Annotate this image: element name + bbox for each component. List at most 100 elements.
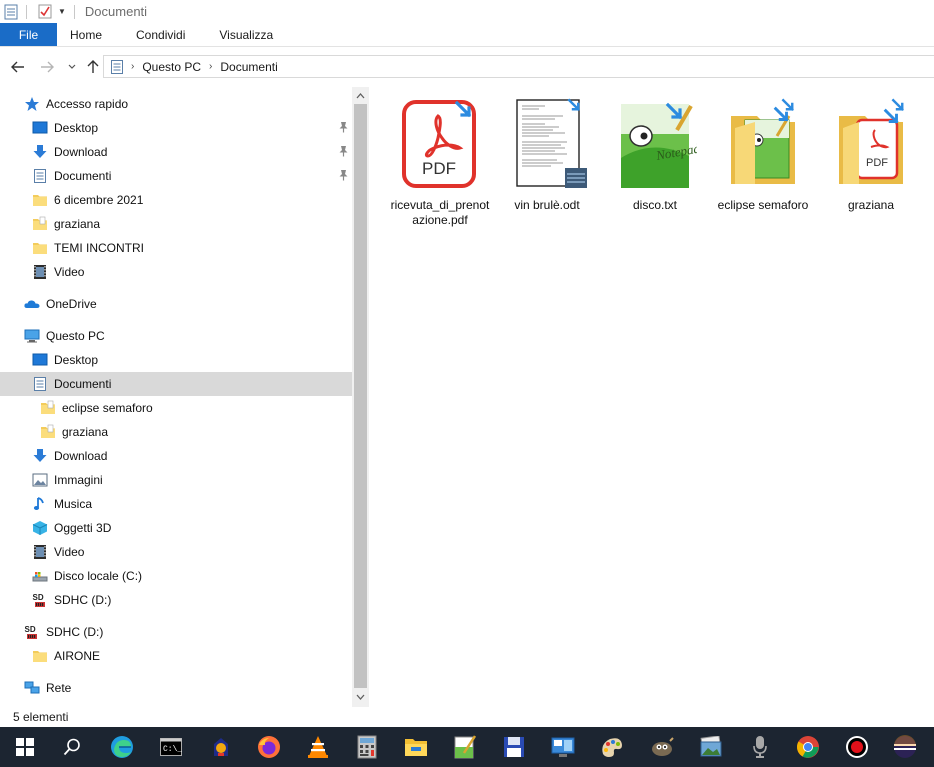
sidebar-item-sdhc-d[interactable]: SD SDHC (D:) — [0, 588, 352, 612]
edge-icon[interactable] — [100, 727, 144, 767]
sidebar-item-label: Musica — [54, 497, 93, 511]
file-item[interactable]: vin brulè.odt — [493, 98, 601, 228]
scroll-up-icon[interactable] — [352, 87, 369, 104]
firefox-icon[interactable] — [247, 727, 291, 767]
pin-icon[interactable] — [338, 145, 349, 157]
sidebar-item-musica[interactable]: Musica — [0, 492, 352, 516]
sidebar-item-label: Desktop — [54, 353, 99, 367]
documents-icon — [32, 376, 48, 392]
vlc-icon[interactable] — [296, 727, 340, 767]
paint-icon[interactable] — [590, 727, 634, 767]
network-icon — [24, 680, 40, 696]
tab-view[interactable]: Visualizza — [202, 23, 290, 46]
folder-icon — [32, 192, 48, 208]
sidebar-item-rete[interactable]: Rete — [0, 676, 352, 700]
breadcrumb-documenti[interactable]: Documenti — [220, 60, 277, 74]
pc-icon — [24, 328, 40, 344]
sidebar-item-desktop[interactable]: Desktop — [0, 348, 352, 372]
folder-pdf-file-icon: PDF — [829, 98, 913, 190]
sidebar-item-airone[interactable]: AIRONE — [0, 644, 352, 668]
separator — [26, 4, 27, 19]
sidebar-item-oggetti-3d[interactable]: Oggetti 3D — [0, 516, 352, 540]
up-button[interactable] — [83, 57, 103, 77]
sidebar-item-download[interactable]: Download — [0, 444, 352, 468]
folder-shortcut-icon — [32, 216, 48, 232]
file-item[interactable]: eclipse semaforo — [709, 98, 817, 228]
address-input[interactable]: › Questo PC › Documenti — [103, 55, 934, 78]
file-explorer-icon[interactable] — [394, 727, 438, 767]
save-icon[interactable] — [492, 727, 536, 767]
sidebar-item-temi-incontri[interactable]: TEMI INCONTRI — [0, 236, 352, 260]
file-name: ricevuta_di_prenotazione.pdf — [390, 198, 490, 227]
app-icon[interactable] — [199, 727, 243, 767]
sidebar-item-label: OneDrive — [46, 297, 97, 311]
objects3d-icon — [32, 520, 48, 536]
microphone-icon[interactable] — [738, 727, 782, 767]
sidebar-item-label: Video — [54, 265, 85, 279]
address-bar-row: › Questo PC › Documenti — [0, 47, 934, 87]
sidebar-item-eclipse-semaforo[interactable]: eclipse semaforo — [0, 396, 352, 420]
tab-share[interactable]: Condividi — [119, 23, 202, 46]
file-name: eclipse semaforo — [717, 198, 809, 212]
breadcrumb-separator-icon[interactable]: › — [131, 61, 134, 72]
sidebar-item-disco-locale-c[interactable]: Disco locale (C:) — [0, 564, 352, 588]
calculator-icon[interactable] — [345, 727, 389, 767]
svg-text:SD: SD — [25, 625, 36, 634]
sidebar-item-graziana[interactable]: graziana — [0, 212, 352, 236]
notepadpp-icon[interactable] — [443, 727, 487, 767]
breadcrumb-separator-icon[interactable]: › — [209, 61, 212, 72]
back-button[interactable] — [8, 57, 28, 77]
music-icon — [32, 496, 48, 512]
sidebar-item-6-dicembre-2021[interactable]: 6 dicembre 2021 — [0, 188, 352, 212]
sidebar-item-desktop[interactable]: Desktop — [0, 116, 352, 140]
chrome-icon[interactable] — [786, 727, 830, 767]
start-icon[interactable] — [3, 727, 47, 767]
quick-access-dropdown-icon[interactable]: ▼ — [58, 7, 66, 16]
documents-icon[interactable] — [4, 4, 18, 20]
breadcrumb-questo-pc[interactable]: Questo PC — [142, 60, 201, 74]
navigation-scrollbar[interactable] — [352, 87, 369, 707]
arrow-left-icon — [11, 61, 24, 73]
sidebar-item-label: graziana — [54, 217, 101, 231]
sidebar-item-download[interactable]: Download — [0, 140, 352, 164]
sd-card-icon: SD — [32, 592, 48, 608]
scroll-down-icon[interactable] — [352, 688, 369, 705]
pdf-file-icon: PDF — [398, 98, 482, 190]
pin-icon[interactable] — [338, 169, 349, 181]
sidebar-item-documenti[interactable]: Documenti — [0, 164, 352, 188]
forward-button[interactable] — [37, 57, 57, 77]
search-icon[interactable] — [50, 727, 94, 767]
svg-text:PDF: PDF — [866, 157, 888, 169]
tab-file[interactable]: File — [0, 23, 57, 46]
tab-home[interactable]: Home — [57, 23, 119, 46]
sidebar-item-accesso-rapido[interactable]: Accesso rapido — [0, 92, 352, 116]
sidebar-item-label: Disco locale (C:) — [54, 569, 143, 583]
arrow-right-icon — [41, 61, 54, 73]
gimp-icon[interactable] — [640, 727, 684, 767]
record-icon[interactable] — [835, 727, 879, 767]
sidebar-item-video[interactable]: Video — [0, 540, 352, 564]
status-bar: 5 elementi — [0, 707, 934, 727]
sidebar-item-onedrive[interactable]: OneDrive — [0, 292, 352, 316]
file-item[interactable]: PDF ricevuta_di_prenotazione.pdf — [386, 98, 494, 228]
sidebar-item-questo-pc[interactable]: Questo PC — [0, 324, 352, 348]
sidebar-item-label: Documenti — [54, 169, 112, 183]
file-list-pane[interactable]: PDF ricevuta_di_prenotazione.pdf vin brulè… — [369, 87, 934, 707]
file-item[interactable]: Notepad disco.txt — [601, 98, 709, 228]
sidebar-item-sdhc-d[interactable]: SD SDHC (D:) — [0, 620, 352, 644]
terminal-icon[interactable]: C:\_ — [149, 727, 193, 767]
sidebar-item-immagini[interactable]: Immagini — [0, 468, 352, 492]
sidebar-item-label: Video — [54, 545, 85, 559]
sidebar-item-graziana[interactable]: graziana — [0, 420, 352, 444]
photos-icon[interactable] — [689, 727, 733, 767]
file-item[interactable]: PDF graziana — [817, 98, 925, 228]
pin-icon[interactable] — [338, 121, 349, 133]
recent-locations-button[interactable] — [62, 57, 82, 77]
sidebar-item-video[interactable]: Video — [0, 260, 352, 284]
control-panel-icon[interactable] — [541, 727, 585, 767]
eclipse-icon[interactable] — [883, 727, 927, 767]
scrollbar-thumb[interactable] — [354, 104, 367, 688]
sidebar-item-label: 6 dicembre 2021 — [54, 193, 144, 207]
properties-check-icon[interactable] — [38, 4, 52, 19]
sidebar-item-documenti[interactable]: Documenti — [0, 372, 352, 396]
